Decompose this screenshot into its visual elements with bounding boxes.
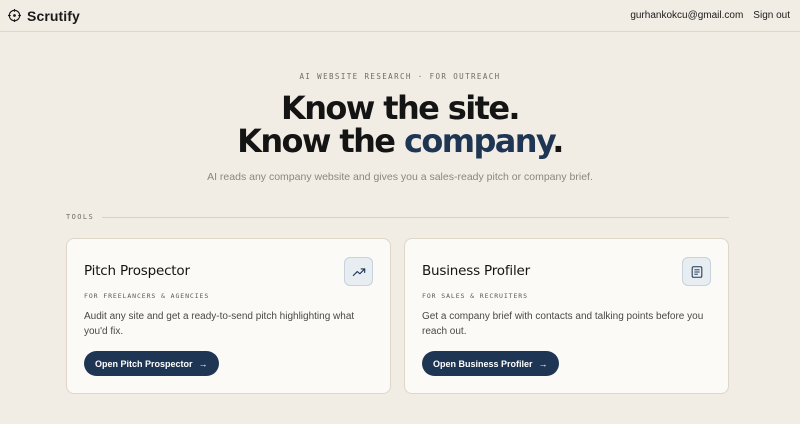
- hero-subtitle: AI reads any company website and gives y…: [207, 171, 593, 183]
- document-icon: [682, 257, 711, 286]
- card-audience-tag: FOR SALES & RECRUITERS: [422, 292, 528, 300]
- brand-name: Scrutify: [27, 7, 80, 24]
- brand-logo[interactable]: Scrutify: [8, 8, 80, 24]
- card-description: Get a company brief with contacts and ta…: [422, 311, 704, 337]
- button-label: Open Pitch Prospector: [95, 358, 193, 369]
- card-description: Audit any site and get a ready-to-send p…: [84, 311, 355, 337]
- headline-line-1: Know the site.: [281, 89, 521, 127]
- account-area: gurhankokcu@gmail.com Sign out: [630, 10, 790, 21]
- trending-up-icon: [344, 257, 373, 286]
- user-email: gurhankokcu@gmail.com: [630, 10, 744, 21]
- card-title: Pitch Prospector: [84, 263, 190, 279]
- pitch-prospector-card: Pitch Prospector FOR FREELANCERS & AGENC…: [66, 238, 391, 394]
- open-business-profiler-button[interactable]: Open Business Profiler →: [422, 351, 559, 376]
- arrow-right-icon: →: [538, 358, 548, 369]
- sign-out-link[interactable]: Sign out: [753, 10, 790, 21]
- headline-accent-word: company: [403, 122, 554, 160]
- top-bar: Scrutify gurhankokcu@gmail.com Sign out: [0, 0, 800, 32]
- headline-line-2-suffix: .: [552, 122, 564, 160]
- card-title: Business Profiler: [422, 263, 530, 279]
- card-audience-tag: FOR FREELANCERS & AGENCIES: [84, 292, 210, 300]
- business-profiler-card: Business Profiler FOR SALES & RECRUITERS…: [404, 238, 729, 394]
- arrow-right-icon: →: [198, 358, 208, 369]
- tools-section-header: TOOLS: [66, 213, 729, 221]
- crosshair-icon: [8, 9, 21, 22]
- headline-line-2-prefix: Know the: [237, 122, 404, 160]
- open-pitch-prospector-button[interactable]: Open Pitch Prospector →: [84, 351, 219, 376]
- button-label: Open Business Profiler: [433, 358, 533, 369]
- headline-line-2: Know the company.: [0, 125, 800, 158]
- section-divider: [102, 216, 729, 218]
- hero-headline: Know the site. Know the company.: [0, 92, 800, 158]
- tools-label: TOOLS: [66, 213, 95, 221]
- hero-eyebrow: AI WEBSITE RESEARCH · FOR OUTREACH: [299, 72, 501, 81]
